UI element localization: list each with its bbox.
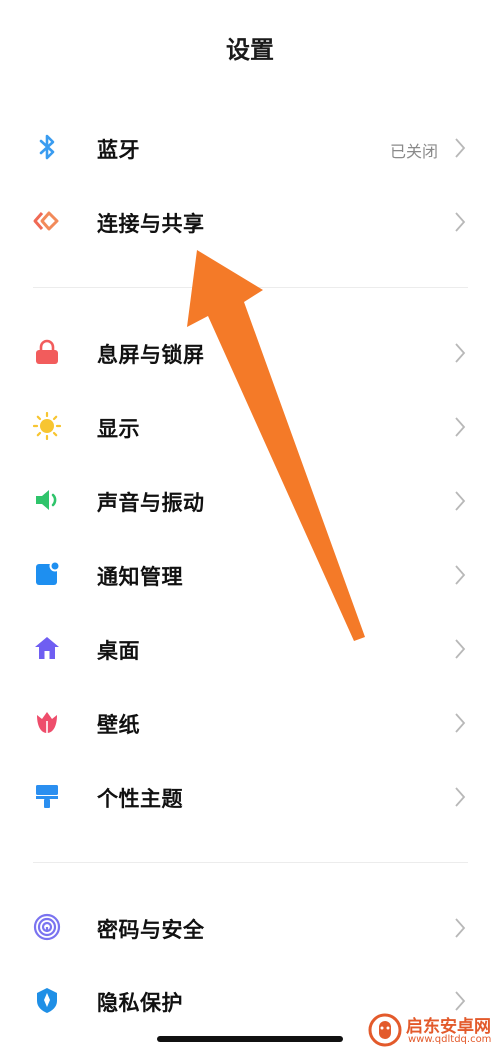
watermark-logo-icon (368, 1013, 402, 1047)
settings-item-theme[interactable]: 个性主题 (0, 768, 500, 828)
settings-item-password[interactable]: 密码与安全 (0, 899, 500, 959)
settings-item-bluetooth[interactable]: 蓝牙 已关闭 (0, 119, 500, 179)
watermark-url: www.qdltdq.com (408, 1034, 492, 1045)
chevron-right-icon (454, 638, 466, 660)
speaker-icon (33, 486, 61, 514)
settings-item-label: 隐私保护 (97, 991, 183, 1015)
settings-item-label: 显示 (97, 417, 140, 441)
settings-item-lockscreen[interactable]: 息屏与锁屏 (0, 324, 500, 384)
tulip-icon (33, 708, 61, 736)
chevron-right-icon (454, 917, 466, 939)
settings-item-notification[interactable]: 通知管理 (0, 546, 500, 606)
settings-item-label: 通知管理 (97, 565, 183, 589)
settings-item-label: 壁纸 (97, 713, 140, 737)
chevron-right-icon (454, 990, 466, 1012)
page-title: 设置 (226, 36, 274, 64)
section-divider (33, 287, 468, 288)
settings-item-label: 声音与振动 (97, 491, 205, 515)
settings-item-desktop[interactable]: 桌面 (0, 620, 500, 680)
section-divider (33, 862, 468, 863)
chevron-right-icon (454, 211, 466, 233)
settings-item-label: 密码与安全 (97, 918, 205, 942)
settings-item-display[interactable]: 显示 (0, 398, 500, 458)
settings-item-wallpaper[interactable]: 壁纸 (0, 694, 500, 754)
chevron-right-icon (454, 564, 466, 586)
chevron-right-icon (454, 712, 466, 734)
home-icon (33, 634, 61, 662)
chevron-right-icon (454, 137, 466, 159)
bluetooth-icon (33, 133, 61, 161)
brush-icon (33, 782, 61, 810)
chevron-right-icon (454, 342, 466, 364)
settings-item-label: 息屏与锁屏 (97, 343, 205, 367)
settings-item-connection-share[interactable]: 连接与共享 (0, 193, 500, 253)
chevron-right-icon (454, 786, 466, 808)
watermark: 启东安卓网 www.qdltdq.com (368, 1010, 500, 1051)
shield-icon (33, 986, 61, 1014)
fingerprint-icon (33, 913, 61, 941)
chevron-right-icon (454, 416, 466, 438)
settings-item-label: 个性主题 (97, 787, 183, 811)
notification-icon (33, 560, 61, 588)
settings-item-label: 连接与共享 (97, 212, 205, 236)
bluetooth-status: 已关闭 (389, 142, 438, 161)
home-indicator[interactable] (157, 1036, 343, 1042)
settings-item-label: 桌面 (97, 639, 140, 663)
sun-icon (33, 412, 61, 440)
connection-share-icon (33, 207, 61, 235)
settings-item-sound[interactable]: 声音与振动 (0, 472, 500, 532)
chevron-right-icon (454, 490, 466, 512)
settings-item-label: 蓝牙 (97, 138, 140, 162)
lock-icon (33, 338, 61, 366)
